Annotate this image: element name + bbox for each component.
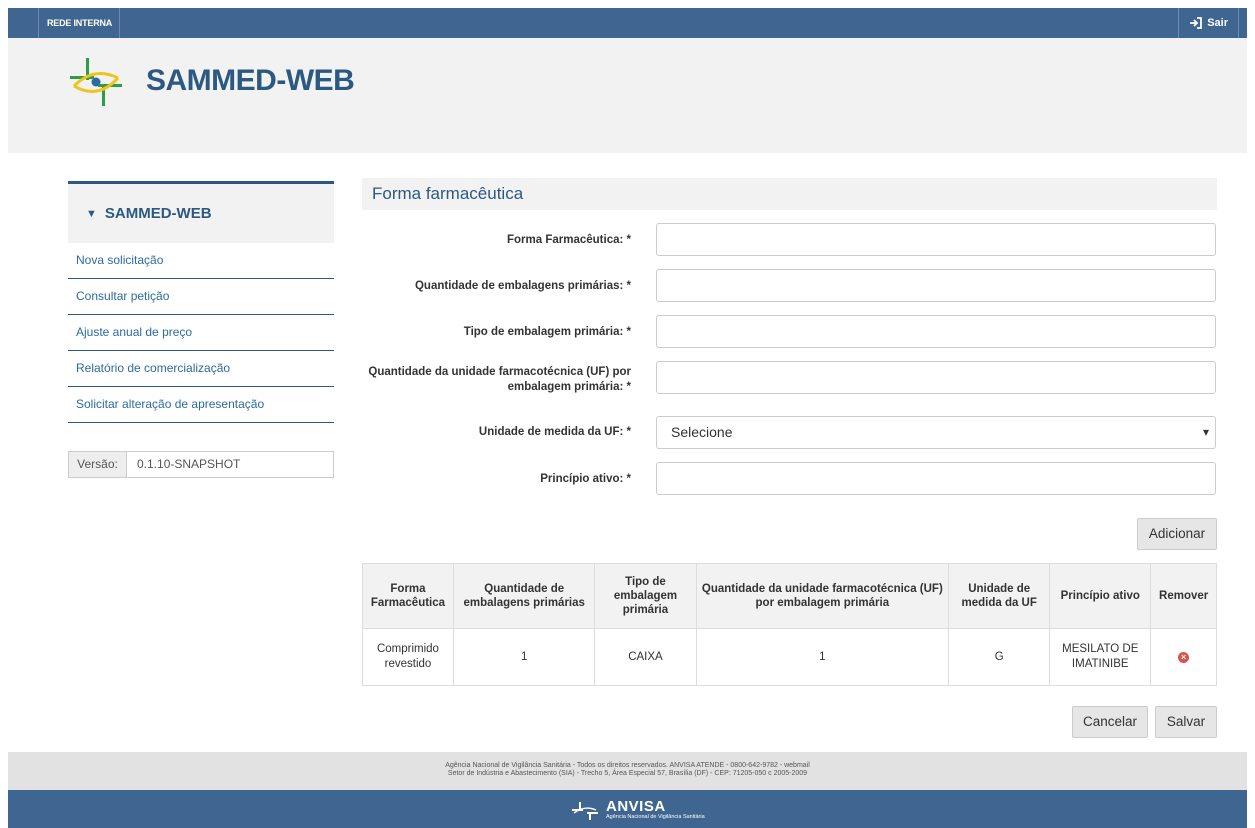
anvisa-logo: ANVISA Agência Nacional de Vigilância Sa…	[570, 798, 705, 821]
page: REDE INTERNA Sair SAMMED-WEB ▼ SAMMED-WE…	[0, 0, 1255, 828]
qtd-embalagens-input[interactable]	[656, 269, 1216, 302]
caret-down-icon: ▼	[86, 207, 97, 220]
remove-circle-icon[interactable]: ×	[1178, 651, 1190, 663]
col-remover: Remover	[1150, 563, 1217, 629]
anvisa-logo-icon	[572, 801, 598, 820]
cell-tipo-embalagem: CAIXA	[594, 628, 697, 686]
qtd-embalagens-label: Quantidade de embalagens primárias: *	[414, 280, 631, 292]
items-table: Forma Farmacêutica Quantidade de embalag…	[362, 563, 1217, 686]
col-forma: Forma Farmacêutica	[362, 563, 454, 629]
header: SAMMED-WEB	[8, 38, 1247, 153]
cell-principio: MESILATO DE IMATINIBE	[1049, 628, 1152, 686]
qtd-uf-input[interactable]	[656, 361, 1216, 394]
save-button[interactable]: Salvar	[1155, 706, 1217, 738]
sidebar-item-ajuste-anual[interactable]: Ajuste anual de preço	[68, 315, 334, 351]
anvisa-title: ANVISA	[606, 798, 666, 815]
cancel-button[interactable]: Cancelar	[1072, 706, 1148, 738]
cell-qtd-uf: 1	[695, 628, 950, 686]
unidade-medida-label: Unidade de medida da UF: *	[478, 426, 631, 438]
add-button[interactable]: Adicionar	[1137, 518, 1217, 550]
col-unidade: Unidade de medida da UF	[948, 563, 1051, 629]
table-header-row: Forma Farmacêutica Quantidade de embalag…	[362, 563, 1217, 629]
logout-label: Sair	[1207, 17, 1228, 29]
col-principio: Princípio ativo	[1049, 563, 1152, 629]
forma-label: Forma Farmacêutica: *	[507, 234, 631, 246]
cell-qtd-embalagens: 1	[452, 628, 596, 686]
col-qtd-uf: Quantidade da unidade farmacotécnica (UF…	[695, 563, 950, 629]
footer-bar: ANVISA Agência Nacional de Vigilância Sa…	[8, 790, 1247, 828]
sidebar-title: SAMMED-WEB	[104, 205, 212, 222]
unidade-medida-select[interactable]: Selecione	[656, 416, 1216, 449]
qtd-uf-label: Quantidade da unidade farmacotécnica (UF…	[368, 366, 631, 393]
logout-button[interactable]: Sair	[1178, 8, 1239, 38]
principio-ativo-label: Princípio ativo: *	[540, 473, 631, 485]
anvisa-subtitle: Agência Nacional de Vigilância Sanitária	[606, 814, 705, 820]
tipo-embalagem-label: Tipo de embalagem primária: *	[463, 326, 631, 338]
sidebar-item-consultar-peticao[interactable]: Consultar petição	[68, 279, 334, 315]
cell-forma: Comprimido revestido	[362, 628, 454, 686]
rede-interna-link[interactable]: REDE INTERNA	[38, 8, 121, 38]
version-label: Versão:	[69, 452, 127, 477]
logout-icon	[1190, 17, 1203, 29]
principio-ativo-input[interactable]	[656, 462, 1216, 495]
version-value: 0.1.10-SNAPSHOT	[137, 457, 241, 471]
brand-title[interactable]: SAMMED-WEB	[146, 64, 355, 98]
cell-remover: ×	[1150, 628, 1217, 686]
footer-line-2: Setor de Indústria e Abastecimento (SIA)…	[447, 770, 808, 777]
sidebar-item-nova-solicitacao[interactable]: Nova solicitação	[68, 243, 334, 279]
section-title: Forma farmacêutica	[362, 178, 1217, 210]
sidebar-header[interactable]: ▼ SAMMED-WEB	[68, 181, 334, 243]
col-qtd-embalagens: Quantidade de embalagens primárias	[452, 563, 596, 629]
table-row: Comprimido revestido 1 CAIXA 1 G MESILAT…	[362, 628, 1217, 686]
top-bar: REDE INTERNA Sair	[8, 8, 1247, 38]
footer-info: Agência Nacional de Vigilância Sanitária…	[8, 752, 1247, 790]
footer-line-1: Agência Nacional de Vigilância Sanitária…	[445, 762, 810, 769]
col-tipo-embalagem: Tipo de embalagem primária	[594, 563, 697, 629]
tipo-embalagem-input[interactable]	[656, 315, 1216, 348]
version-box: Versão: 0.1.10-SNAPSHOT	[68, 451, 334, 478]
sidebar-item-solicitar-alteracao[interactable]: Solicitar alteração de apresentação	[68, 387, 334, 423]
sammed-logo-icon	[70, 58, 122, 106]
sidebar: ▼ SAMMED-WEB Nova solicitação Consultar …	[68, 181, 334, 423]
cell-unidade: G	[948, 628, 1051, 686]
forma-farmaceutica-input[interactable]	[656, 223, 1216, 256]
sidebar-item-relatorio[interactable]: Relatório de comercialização	[68, 351, 334, 387]
